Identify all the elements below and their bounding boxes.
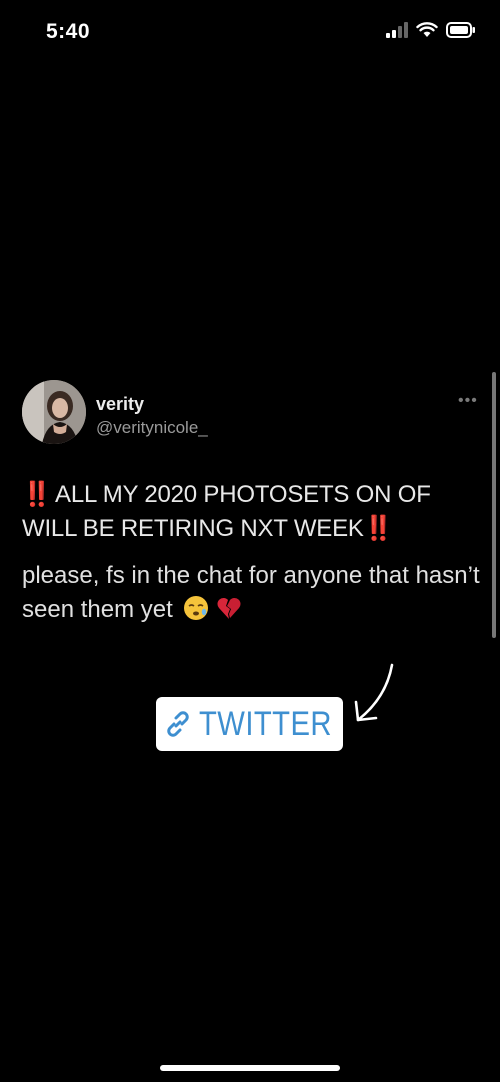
status-time: 5:40 [46,20,91,43]
broken-heart-icon [217,597,241,619]
user-handle[interactable]: @veritynicole_ [96,418,208,438]
status-icons [386,22,476,38]
wifi-icon [416,22,438,37]
link-icon [167,711,189,737]
sleepy-face-icon [184,596,209,620]
body-text: please, fs in the chat for anyone that h… [22,562,480,623]
double-exclamation-icon-end: ‼️ [363,515,394,542]
home-indicator[interactable] [160,1065,340,1071]
more-options-icon[interactable]: ••• [458,392,478,410]
tweet-headline: ‼️ ALL MY 2020 PHOTOSETS ON OF WILL BE R… [22,478,482,546]
twitter-link-sticker[interactable]: TWITTER [156,697,343,751]
double-exclamation-icon: ‼️ [22,481,52,508]
tweet-body: please, fs in the chat for anyone that h… [22,559,482,627]
pointing-arrow-icon [354,663,394,722]
scroll-indicator[interactable] [492,372,496,638]
display-name[interactable]: verity [96,394,144,415]
status-bar: 5:40 [0,0,500,64]
avatar[interactable] [22,380,86,444]
link-sticker-label: TWITTER [199,704,333,743]
cellular-signal-icon [386,22,408,38]
battery-icon [446,22,475,38]
